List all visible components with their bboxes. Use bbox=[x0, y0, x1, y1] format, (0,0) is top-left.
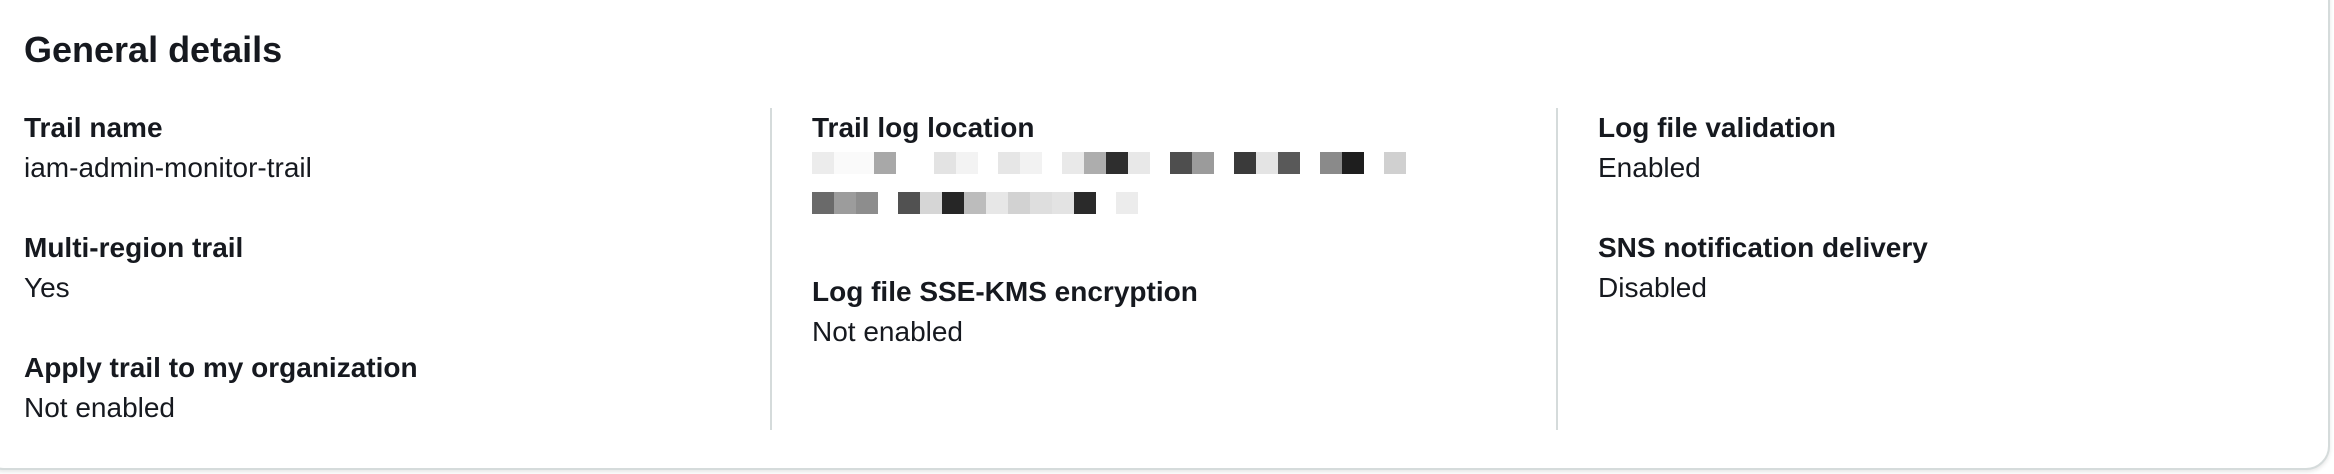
redaction-pixel bbox=[1170, 152, 1192, 174]
redaction-pixel bbox=[1234, 152, 1256, 174]
details-column-3: Log file validation Enabled SNS notifica… bbox=[1556, 108, 2316, 430]
redaction-pixel bbox=[1192, 152, 1214, 174]
panel-title: General details bbox=[24, 29, 283, 70]
redaction-pixel bbox=[1300, 152, 1320, 174]
log-validation-value: Enabled bbox=[1598, 152, 1701, 183]
redaction-pixel bbox=[942, 192, 964, 214]
redaction-pixel bbox=[1256, 152, 1278, 174]
redaction-pixel bbox=[978, 152, 998, 174]
redaction-pixel bbox=[1052, 192, 1074, 214]
sse-kms-value: Not enabled bbox=[812, 316, 964, 347]
redaction-pixel bbox=[874, 152, 896, 174]
redaction-pixel bbox=[1096, 192, 1116, 214]
redaction-pixel bbox=[1278, 152, 1300, 174]
sns-delivery-value: Disabled bbox=[1598, 272, 1707, 303]
trail-name-label: Trail name bbox=[24, 112, 163, 143]
multi-region-label: Multi-region trail bbox=[24, 232, 244, 263]
redacted-row-2 bbox=[812, 192, 1556, 216]
redaction-pixel bbox=[1106, 152, 1128, 174]
redaction-pixel bbox=[1320, 152, 1342, 174]
redaction-pixel bbox=[856, 192, 878, 214]
apply-org-label: Apply trail to my organization bbox=[24, 352, 418, 383]
redaction-pixel bbox=[1074, 192, 1096, 214]
redaction-pixel bbox=[1042, 152, 1062, 174]
redaction-pixel bbox=[1008, 192, 1030, 214]
log-validation-label: Log file validation bbox=[1598, 112, 1837, 143]
redaction-pixel bbox=[834, 152, 874, 174]
sns-delivery-item: SNS notification delivery Disabled bbox=[1598, 228, 2316, 308]
multi-region-value: Yes bbox=[24, 272, 70, 303]
redaction-pixel bbox=[896, 152, 934, 174]
sns-delivery-label: SNS notification delivery bbox=[1598, 232, 1928, 263]
redaction-pixel bbox=[812, 192, 834, 214]
redaction-pixel bbox=[878, 192, 898, 214]
redaction-pixel bbox=[934, 152, 956, 174]
redaction-pixel bbox=[956, 152, 978, 174]
trail-name-item: Trail name iam-admin-monitor-trail bbox=[24, 108, 770, 188]
redaction-pixel bbox=[1084, 152, 1106, 174]
details-column-2: Trail log location Log file SSE-KMS encr… bbox=[770, 108, 1556, 430]
redaction-pixel bbox=[812, 152, 834, 174]
sse-kms-label: Log file SSE-KMS encryption bbox=[812, 276, 1198, 307]
redaction-pixel bbox=[920, 192, 942, 214]
redaction-pixel bbox=[1062, 152, 1084, 174]
redaction-pixel bbox=[1128, 152, 1150, 174]
trail-name-value: iam-admin-monitor-trail bbox=[24, 152, 312, 183]
apply-org-item: Apply trail to my organization Not enabl… bbox=[24, 348, 770, 428]
details-column-1: Trail name iam-admin-monitor-trail Multi… bbox=[24, 108, 770, 430]
log-location-redacted-value bbox=[812, 152, 1556, 232]
sse-kms-item: Log file SSE-KMS encryption Not enabled bbox=[812, 272, 1556, 352]
redaction-pixel bbox=[1020, 152, 1042, 174]
log-location-label: Trail log location bbox=[812, 112, 1035, 143]
redaction-pixel bbox=[1384, 152, 1406, 174]
redaction-pixel bbox=[1364, 152, 1384, 174]
redaction-pixel bbox=[986, 192, 1008, 214]
redaction-pixel bbox=[898, 192, 920, 214]
redaction-pixel bbox=[1214, 152, 1234, 174]
redaction-pixel bbox=[964, 192, 986, 214]
redaction-pixel bbox=[1342, 152, 1364, 174]
redaction-pixel bbox=[998, 152, 1020, 174]
multi-region-item: Multi-region trail Yes bbox=[24, 228, 770, 308]
redacted-row-1 bbox=[812, 152, 1556, 176]
redaction-pixel bbox=[1030, 192, 1052, 214]
log-validation-item: Log file validation Enabled bbox=[1598, 108, 2316, 188]
redaction-pixel bbox=[1116, 192, 1138, 214]
apply-org-value: Not enabled bbox=[24, 392, 176, 423]
redaction-pixel bbox=[1150, 152, 1170, 174]
redaction-pixel bbox=[834, 192, 856, 214]
log-location-item: Trail log location bbox=[812, 108, 1556, 232]
